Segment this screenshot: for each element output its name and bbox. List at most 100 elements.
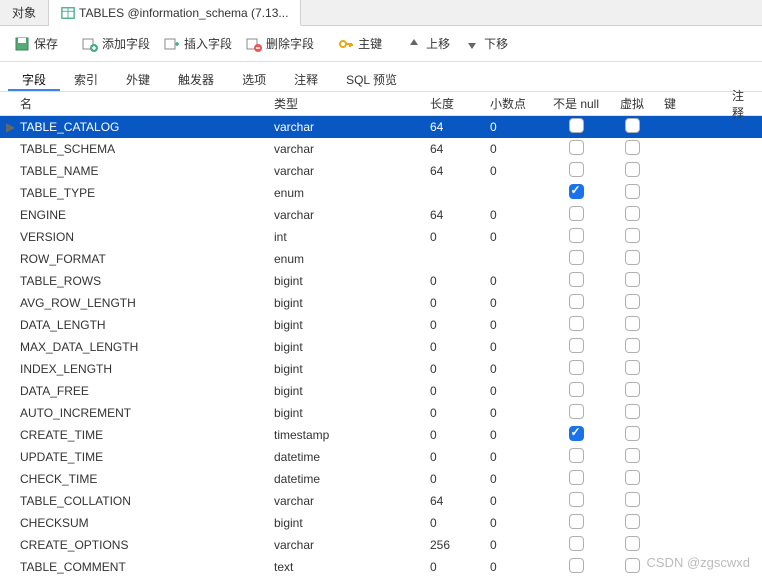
cell-decimals[interactable]: 0 bbox=[484, 492, 546, 510]
checkbox[interactable] bbox=[625, 118, 640, 133]
checkbox[interactable] bbox=[625, 294, 640, 309]
table-row[interactable]: AVG_ROW_LENGTHbigint00 bbox=[0, 292, 762, 314]
cell-notnull[interactable] bbox=[546, 314, 606, 336]
cell-name[interactable]: TABLE_SCHEMA bbox=[14, 140, 268, 158]
checkbox[interactable] bbox=[625, 536, 640, 551]
cell-key[interactable] bbox=[658, 323, 726, 327]
cell-type[interactable]: bigint bbox=[268, 404, 424, 422]
checkbox[interactable] bbox=[625, 404, 640, 419]
cell-length[interactable]: 0 bbox=[424, 558, 484, 576]
cell-name[interactable]: TABLE_COMMENT bbox=[14, 558, 268, 576]
table-row[interactable]: MAX_DATA_LENGTHbigint00 bbox=[0, 336, 762, 358]
cell-comment[interactable] bbox=[726, 477, 760, 481]
cell-decimals[interactable]: 0 bbox=[484, 558, 546, 576]
cell-name[interactable]: DATA_FREE bbox=[14, 382, 268, 400]
checkbox[interactable] bbox=[569, 404, 584, 419]
cell-length[interactable] bbox=[424, 257, 484, 261]
cell-comment[interactable] bbox=[726, 301, 760, 305]
tab-tables[interactable]: TABLES @information_schema (7.13... bbox=[49, 0, 301, 26]
cell-comment[interactable] bbox=[726, 367, 760, 371]
cell-comment[interactable] bbox=[726, 169, 760, 173]
cell-name[interactable]: ENGINE bbox=[14, 206, 268, 224]
cell-name[interactable]: UPDATE_TIME bbox=[14, 448, 268, 466]
cell-length[interactable]: 0 bbox=[424, 228, 484, 246]
checkbox[interactable] bbox=[569, 294, 584, 309]
cell-name[interactable]: AVG_ROW_LENGTH bbox=[14, 294, 268, 312]
cell-name[interactable]: ROW_FORMAT bbox=[14, 250, 268, 268]
cell-decimals[interactable]: 0 bbox=[484, 514, 546, 532]
cell-key[interactable] bbox=[658, 191, 726, 195]
cell-key[interactable] bbox=[658, 125, 726, 129]
table-row[interactable]: CREATE_TIMEtimestamp00 bbox=[0, 424, 762, 446]
checkbox[interactable] bbox=[625, 338, 640, 353]
cell-comment[interactable] bbox=[726, 565, 760, 569]
cell-length[interactable]: 0 bbox=[424, 514, 484, 532]
checkbox[interactable] bbox=[569, 118, 584, 133]
cell-decimals[interactable]: 0 bbox=[484, 162, 546, 180]
cell-notnull[interactable] bbox=[546, 116, 606, 138]
cell-virtual[interactable] bbox=[606, 314, 658, 336]
cell-key[interactable] bbox=[658, 499, 726, 503]
cell-virtual[interactable] bbox=[606, 248, 658, 270]
table-row[interactable]: TABLE_COMMENTtext00 bbox=[0, 556, 762, 578]
cell-name[interactable]: CHECKSUM bbox=[14, 514, 268, 532]
cell-notnull[interactable] bbox=[546, 424, 606, 446]
checkbox[interactable] bbox=[569, 140, 584, 155]
cell-name[interactable]: TABLE_NAME bbox=[14, 162, 268, 180]
cell-comment[interactable] bbox=[726, 389, 760, 393]
checkbox[interactable] bbox=[569, 536, 584, 551]
checkbox[interactable] bbox=[625, 492, 640, 507]
cell-virtual[interactable] bbox=[606, 116, 658, 138]
table-row[interactable]: ▶TABLE_CATALOGvarchar640 bbox=[0, 116, 762, 138]
cell-notnull[interactable] bbox=[546, 512, 606, 534]
subtab-triggers[interactable]: 触发器 bbox=[164, 66, 228, 91]
cell-notnull[interactable] bbox=[546, 468, 606, 490]
cell-length[interactable]: 64 bbox=[424, 118, 484, 136]
cell-name[interactable]: TABLE_COLLATION bbox=[14, 492, 268, 510]
checkbox[interactable] bbox=[569, 470, 584, 485]
cell-decimals[interactable]: 0 bbox=[484, 272, 546, 290]
checkbox[interactable] bbox=[569, 338, 584, 353]
cell-key[interactable] bbox=[658, 565, 726, 569]
cell-name[interactable]: CHECK_TIME bbox=[14, 470, 268, 488]
cell-type[interactable]: varchar bbox=[268, 162, 424, 180]
cell-length[interactable]: 64 bbox=[424, 492, 484, 510]
cell-key[interactable] bbox=[658, 521, 726, 525]
checkbox[interactable] bbox=[569, 492, 584, 507]
cell-notnull[interactable] bbox=[546, 446, 606, 468]
cell-comment[interactable] bbox=[726, 235, 760, 239]
checkbox[interactable] bbox=[569, 514, 584, 529]
cell-length[interactable]: 0 bbox=[424, 360, 484, 378]
cell-length[interactable]: 64 bbox=[424, 140, 484, 158]
cell-notnull[interactable] bbox=[546, 358, 606, 380]
col-virtual-header[interactable]: 虚拟 bbox=[606, 92, 658, 115]
cell-key[interactable] bbox=[658, 345, 726, 349]
insert-field-button[interactable]: 插入字段 bbox=[158, 31, 238, 56]
cell-type[interactable]: enum bbox=[268, 184, 424, 202]
checkbox[interactable] bbox=[569, 228, 584, 243]
cell-key[interactable] bbox=[658, 367, 726, 371]
move-up-button[interactable]: 上移 bbox=[400, 31, 456, 56]
table-row[interactable]: CHECK_TIMEdatetime00 bbox=[0, 468, 762, 490]
cell-key[interactable] bbox=[658, 477, 726, 481]
cell-key[interactable] bbox=[658, 389, 726, 393]
cell-virtual[interactable] bbox=[606, 204, 658, 226]
checkbox[interactable] bbox=[569, 382, 584, 397]
cell-length[interactable]: 0 bbox=[424, 426, 484, 444]
checkbox[interactable] bbox=[569, 250, 584, 265]
move-down-button[interactable]: 下移 bbox=[458, 31, 514, 56]
col-type-header[interactable]: 类型 bbox=[268, 92, 424, 115]
cell-virtual[interactable] bbox=[606, 292, 658, 314]
table-row[interactable]: INDEX_LENGTHbigint00 bbox=[0, 358, 762, 380]
cell-type[interactable]: bigint bbox=[268, 382, 424, 400]
cell-type[interactable]: varchar bbox=[268, 140, 424, 158]
cell-virtual[interactable] bbox=[606, 138, 658, 160]
checkbox[interactable] bbox=[569, 272, 584, 287]
cell-length[interactable] bbox=[424, 191, 484, 195]
cell-virtual[interactable] bbox=[606, 424, 658, 446]
cell-notnull[interactable] bbox=[546, 182, 606, 204]
cell-name[interactable]: VERSION bbox=[14, 228, 268, 246]
cell-type[interactable]: text bbox=[268, 558, 424, 576]
cell-virtual[interactable] bbox=[606, 402, 658, 424]
checkbox[interactable] bbox=[569, 426, 584, 441]
